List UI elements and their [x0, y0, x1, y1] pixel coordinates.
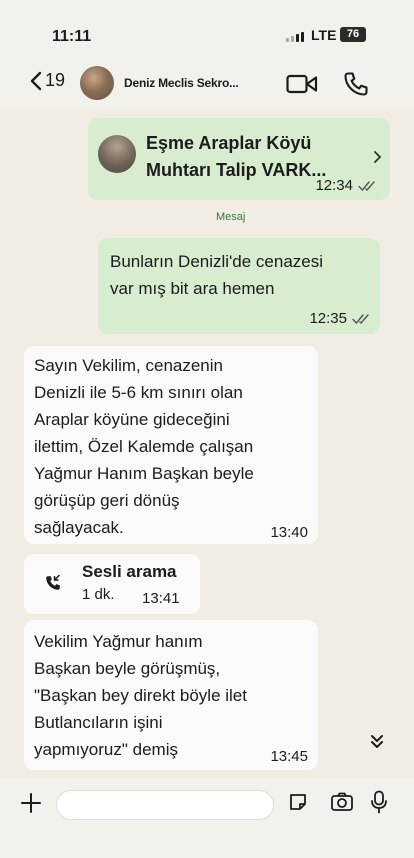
unread-count: 19	[45, 70, 66, 90]
incoming-message[interactable]: Vekilim Yağmur hanım Başkan beyle görüşm…	[24, 620, 318, 770]
double-check-icon	[358, 180, 375, 191]
message-line: Butlancıların işini	[34, 713, 163, 732]
composer-bar	[0, 778, 414, 858]
message-line: Yağmur Hanım Başkan beyle	[34, 464, 254, 483]
plus-icon[interactable]	[20, 792, 42, 814]
message-line: yapmıyoruz" demiş	[34, 740, 178, 759]
chevron-left-icon	[30, 71, 42, 90]
outgoing-message[interactable]: Bunların Denizli'de cenazesi var mış bit…	[98, 238, 380, 334]
message-line: Araplar köyüne gideceğini	[34, 410, 230, 429]
sticker-icon[interactable]	[288, 792, 308, 812]
message-meta: 13:40	[270, 524, 308, 541]
double-check-icon	[352, 313, 369, 324]
back-button[interactable]: 19	[30, 70, 65, 91]
call-duration: 1 dk.	[82, 586, 115, 603]
chat-header: 19 Deniz Meclis Sekro...	[0, 58, 414, 108]
message-time: 12:34	[315, 177, 353, 194]
message-line: Denizli ile 5-6 km sınırı olan	[34, 383, 243, 402]
shared-contact-avatar	[98, 135, 136, 173]
voice-call-record[interactable]: Sesli arama 1 dk. 13:41	[24, 554, 200, 614]
double-chevron-down-icon[interactable]	[370, 734, 384, 750]
microphone-icon[interactable]	[370, 790, 388, 814]
status-bar: 11:11 LTE 76	[0, 0, 414, 58]
message-time: 13:41	[142, 590, 180, 607]
phone-incoming-icon	[46, 574, 60, 590]
message-text: Vekilim Yağmur hanım Başkan beyle görüşm…	[34, 628, 247, 763]
message-input[interactable]	[56, 790, 274, 820]
message-time: 13:45	[270, 748, 308, 765]
network-type: LTE	[311, 27, 337, 43]
phone-icon[interactable]	[342, 70, 370, 98]
signal-icon	[286, 32, 304, 42]
battery-icon: 76	[340, 27, 366, 42]
message-meta: 13:45	[270, 748, 308, 765]
chevron-right-icon	[374, 151, 382, 163]
message-line: Vekilim Yağmur hanım	[34, 632, 203, 651]
message-line: görüşüp geri dönüş	[34, 491, 180, 510]
message-time: 12:35	[309, 310, 347, 327]
message-line: sağlayacak.	[34, 518, 124, 537]
message-line: Başkan beyle görüşmüş,	[34, 659, 221, 678]
shared-contact-name-line1: Eşme Araplar Köyü	[146, 133, 312, 153]
chat-area[interactable]: Eşme Araplar Köyü Muhtarı Talip VARK... …	[0, 108, 414, 778]
message-line: "Başkan bey direkt böyle ilet	[34, 686, 247, 705]
message-text: Sayın Vekilim, cenazenin Denizli ile 5-6…	[34, 352, 254, 541]
incoming-message[interactable]: Sayın Vekilim, cenazenin Denizli ile 5-6…	[24, 346, 318, 544]
contact-card-message[interactable]: Eşme Araplar Köyü Muhtarı Talip VARK... …	[88, 118, 390, 200]
status-time: 11:11	[52, 28, 92, 45]
camera-icon[interactable]	[330, 792, 354, 812]
message-label: Mesaj	[216, 211, 246, 223]
message-line: Sayın Vekilim, cenazenin	[34, 356, 223, 375]
message-line: ilettim, Özel Kalemde çalışan	[34, 437, 254, 456]
contact-name[interactable]: Deniz Meclis Sekro...	[124, 76, 239, 90]
video-camera-icon[interactable]	[286, 74, 318, 94]
shared-contact-name-line2: Muhtarı Talip VARK...	[146, 160, 327, 180]
message-text: Bunların Denizli'de cenazesi var mış bit…	[110, 248, 323, 302]
message-meta: 12:34	[315, 177, 378, 194]
call-title: Sesli arama	[82, 562, 177, 581]
message-line: Bunların Denizli'de cenazesi	[110, 252, 324, 271]
message-meta: 12:35	[309, 310, 372, 327]
message-time: 13:40	[270, 524, 308, 541]
shared-contact-name: Eşme Araplar Köyü Muhtarı Talip VARK...	[146, 130, 326, 184]
message-line: var mış bit ara hemen	[110, 279, 275, 298]
contact-avatar[interactable]	[80, 66, 114, 100]
